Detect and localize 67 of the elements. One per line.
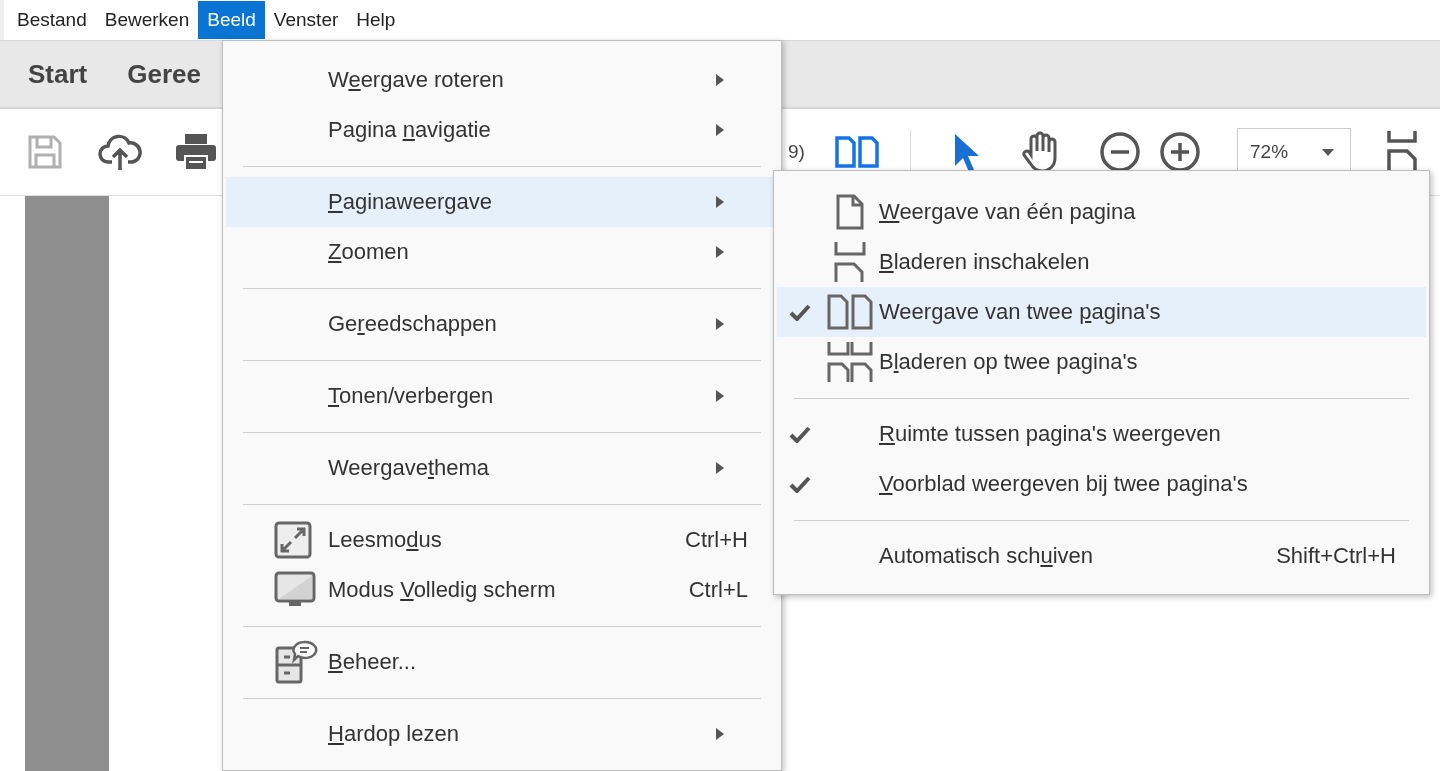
two-page-scrolling-icon <box>827 342 873 382</box>
menu-item[interactable]: Bladeren op twee pagina's <box>777 337 1426 387</box>
shortcut-text: Ctrl+L <box>688 577 748 603</box>
menu-item[interactable]: Ruimte tussen pagina's weergeven <box>777 409 1426 459</box>
menu-item-label: Voorblad weergeven bij twee pagina's <box>879 471 1248 497</box>
menu-item-label: Beheer... <box>328 649 417 675</box>
submenu-arrow-icon <box>716 246 724 258</box>
submenu-arrow-icon <box>716 390 724 402</box>
submenu-arrow-icon <box>716 462 724 474</box>
menu-bar-item[interactable]: Beeld <box>198 1 265 39</box>
menu-item[interactable]: Beheer... <box>226 637 778 687</box>
cloud-upload-icon[interactable] <box>98 132 142 172</box>
menu-item[interactable]: Pagina navigatie <box>226 105 778 155</box>
menu-item-label: Gereedschappen <box>328 311 497 337</box>
menu-item-label: Pagina navigatie <box>328 117 491 143</box>
submenu-arrow-icon <box>716 124 724 136</box>
two-pages-icon <box>827 294 873 330</box>
two-page-icon[interactable] <box>834 136 880 168</box>
shortcut-text: Shift+Ctrl+H <box>1276 543 1396 569</box>
menu-item[interactable]: Modus Volledig scherm Ctrl+L <box>226 565 778 615</box>
tab[interactable]: Geree <box>127 58 201 90</box>
menu-item-label: Paginaweergave <box>328 189 492 215</box>
monitor-icon <box>274 571 316 609</box>
menu-item-label: Bladeren inschakelen <box>879 249 1090 275</box>
menu-item[interactable]: Weergave van één pagina <box>777 187 1426 237</box>
menu-item[interactable]: Zoomen <box>226 227 778 277</box>
menu-item-label: Weergave roteren <box>328 67 504 93</box>
menu-bar-item[interactable]: Bewerken <box>95 1 199 39</box>
shortcut-text: Ctrl+H <box>685 527 748 553</box>
menu-item[interactable]: Gereedschappen <box>226 299 778 349</box>
menu-item[interactable]: Bladeren inschakelen <box>777 237 1426 287</box>
submenu-arrow-icon <box>716 196 724 208</box>
submenu-arrow-icon <box>716 728 724 740</box>
menu-item[interactable]: Leesmodus Ctrl+H <box>226 515 778 565</box>
menu-item-label: Automatisch schuiven <box>879 543 1093 569</box>
submenu-arrow-icon <box>716 74 724 86</box>
menu-item-label: Weergavethema <box>328 455 490 481</box>
menu-item[interactable]: Hardop lezen <box>226 709 778 759</box>
menu-item[interactable]: Weergave roteren <box>226 55 778 105</box>
menu-item[interactable]: Tonen/verbergen <box>226 371 778 421</box>
menu-item[interactable]: Weergavethema <box>226 443 778 493</box>
dropdown-caret-icon <box>1322 148 1334 156</box>
menu-item[interactable]: Voorblad weergeven bij twee pagina's <box>777 459 1426 509</box>
menu-bar-item[interactable]: Help <box>347 1 405 39</box>
page-count-text: 9) <box>788 141 806 163</box>
expand-icon <box>274 521 312 559</box>
menu-item-label: Tonen/verbergen <box>328 383 494 409</box>
menu-item-label: Weergave van één pagina <box>879 199 1136 225</box>
tab[interactable]: Start <box>28 58 88 90</box>
submenu-arrow-icon <box>716 318 724 330</box>
menu-item-label: Ruimte tussen pagina's weergeven <box>879 421 1221 447</box>
cabinet-comment-icon <box>274 640 318 684</box>
printer-icon[interactable] <box>174 132 218 172</box>
menu-item[interactable]: Automatisch schuiven Shift+Ctrl+H <box>777 531 1426 581</box>
scrolling-pages-icon <box>834 242 866 282</box>
zoom-in-icon[interactable] <box>1159 131 1201 173</box>
menu-item-label: Zoomen <box>328 239 409 265</box>
menu-item-label: Hardop lezen <box>328 721 459 747</box>
menu-bar-item[interactable]: Bestand <box>8 1 96 39</box>
menu-bar-item[interactable]: Venster <box>264 1 348 39</box>
menu-item-label: Leesmodus <box>328 527 442 553</box>
page-icon <box>836 194 864 230</box>
zoom-out-icon[interactable] <box>1099 131 1141 173</box>
menu-item-label: Modus Volledig scherm <box>328 577 556 603</box>
menu-item-label: Weergave van twee pagina's <box>879 299 1161 325</box>
menu-item-label: Bladeren op twee pagina's <box>879 349 1138 375</box>
menu-item[interactable]: Weergave van twee pagina's <box>777 287 1426 337</box>
